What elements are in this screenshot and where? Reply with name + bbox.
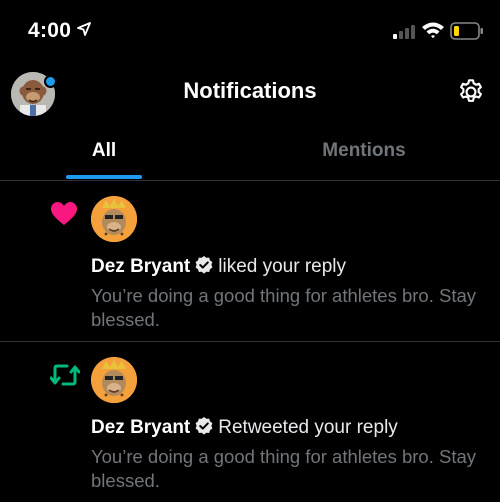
tab-all[interactable]: All <box>0 122 229 180</box>
notification-text: You’re doing a good thing for athletes b… <box>91 285 477 330</box>
notification-item[interactable]: Dez Bryant liked your reply You’re doing… <box>0 181 500 342</box>
active-tab-indicator <box>66 175 142 179</box>
verified-badge-icon <box>195 256 213 274</box>
avatar[interactable] <box>91 196 137 242</box>
notification-item[interactable]: Dez Bryant Retweeted your reply You’re d… <box>0 342 500 502</box>
tab-bar: All Mentions <box>0 122 500 181</box>
page-title: Notifications <box>183 78 317 103</box>
notification-headline: Dez Bryant Retweeted your reply <box>91 416 398 439</box>
notification-action: Retweeted your reply <box>218 417 398 438</box>
ape-avatar-image <box>91 196 137 242</box>
verified-badge-icon <box>195 417 213 435</box>
avatar[interactable] <box>91 357 137 403</box>
user-name[interactable]: Dez Bryant <box>91 417 190 438</box>
tab-all-label: All <box>91 140 117 161</box>
ape-avatar-image <box>91 357 137 403</box>
tab-mentions[interactable]: Mentions <box>239 122 489 180</box>
header: Notifications <box>0 66 500 118</box>
battery-icon <box>450 22 483 40</box>
wifi-icon <box>422 22 444 39</box>
status-bar: 4:00 <box>0 0 500 66</box>
user-name[interactable]: Dez Bryant <box>91 256 190 277</box>
notification-headline: Dez Bryant liked your reply <box>91 255 346 278</box>
heart-icon <box>51 202 77 225</box>
notification-text: You’re doing a good thing for athletes b… <box>91 446 477 491</box>
location-arrow-icon <box>77 22 91 36</box>
retweet-icon <box>50 364 80 386</box>
gear-icon[interactable] <box>457 78 485 106</box>
notification-action: liked your reply <box>218 256 347 277</box>
tab-mentions-label: Mentions <box>322 140 406 161</box>
status-time: 4:00 <box>28 19 72 42</box>
cellular-signal-icon <box>393 25 415 39</box>
